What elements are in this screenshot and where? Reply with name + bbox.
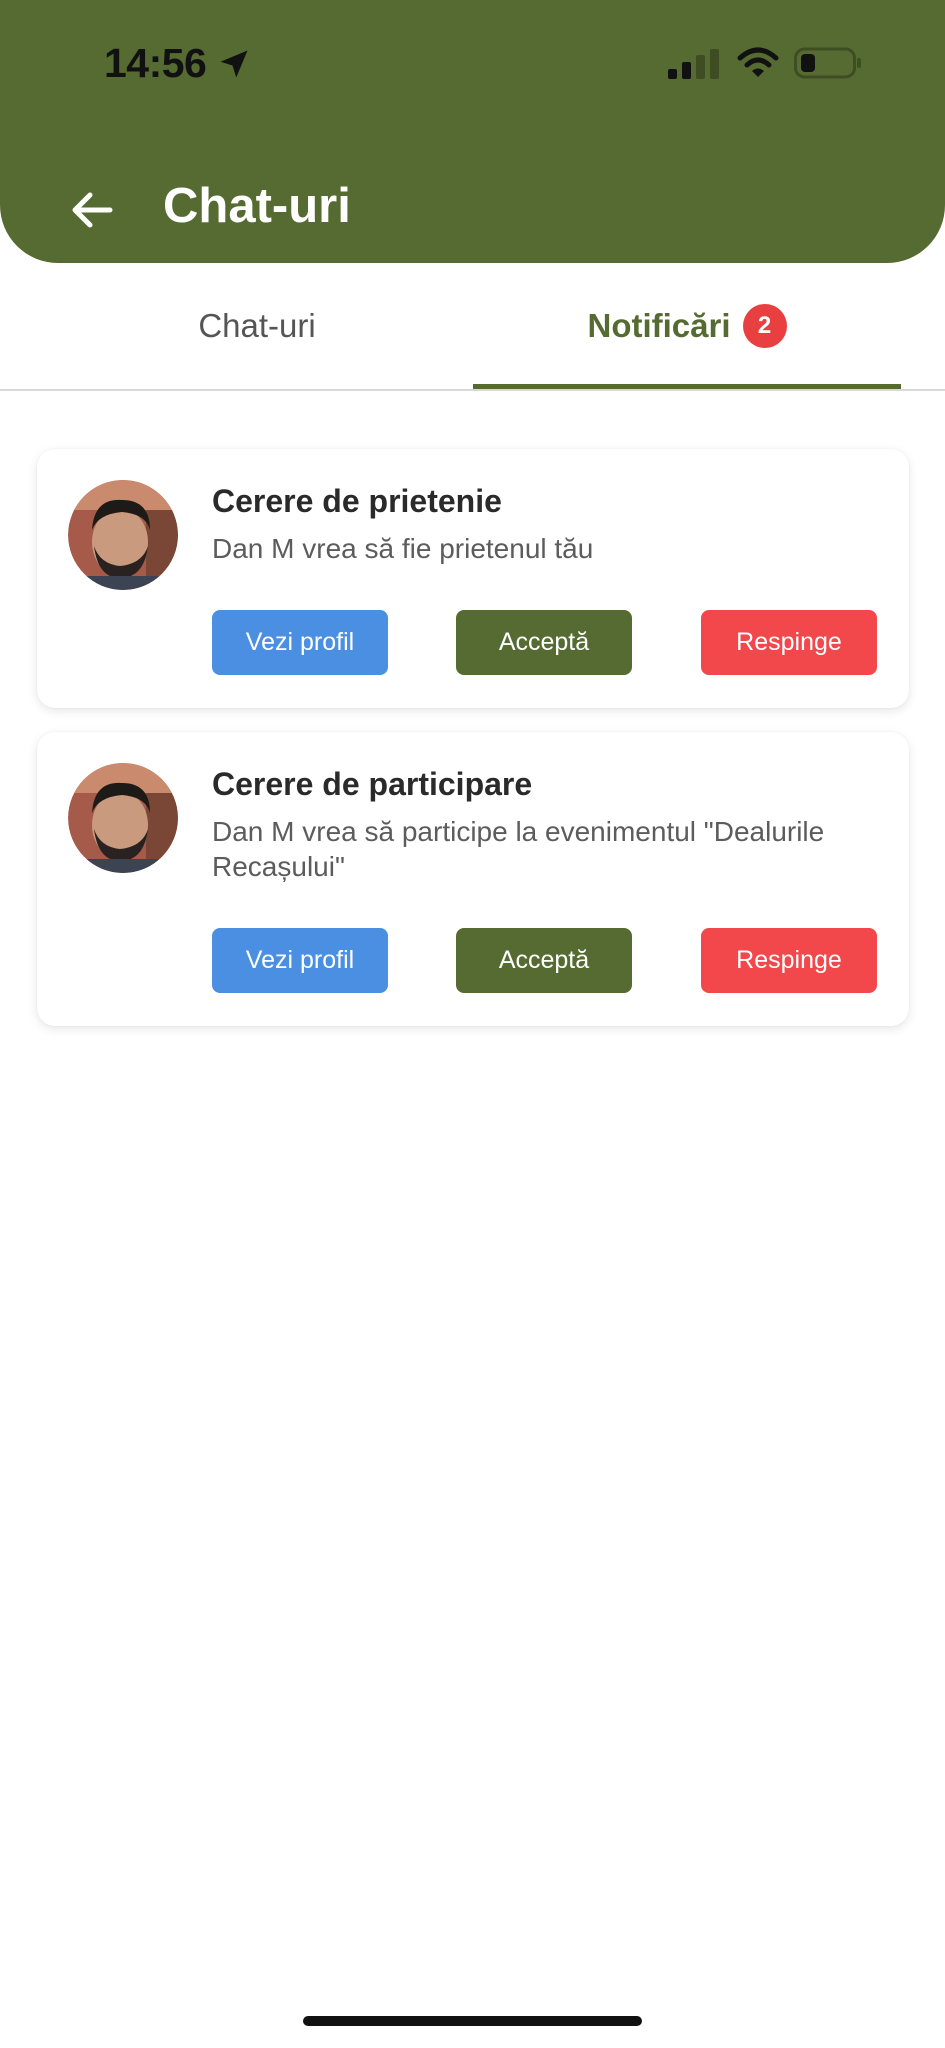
home-indicator xyxy=(303,2016,642,2026)
avatar xyxy=(68,763,178,873)
reject-button[interactable]: Respinge xyxy=(701,610,877,675)
location-arrow-icon xyxy=(220,50,248,78)
active-tab-indicator xyxy=(473,384,901,389)
wifi-icon xyxy=(737,47,779,77)
status-time: 14:56 xyxy=(104,40,207,86)
cellular-signal-icon xyxy=(668,49,719,79)
tab-chats-label: Chat-uri xyxy=(198,307,316,344)
accept-button[interactable]: Acceptă xyxy=(456,928,632,993)
notification-title: Cerere de prietenie xyxy=(212,483,502,519)
reject-button[interactable]: Respinge xyxy=(701,928,877,993)
tab-notifications[interactable]: Notificări 2 xyxy=(473,263,901,389)
notification-card-friend-request: Cerere de prietenie Dan M vrea să fie pr… xyxy=(37,449,909,708)
view-profile-button[interactable]: Vezi profil xyxy=(212,610,388,675)
tab-notifications-label: Notificări xyxy=(587,307,731,344)
header: 14:56 Chat-uri xyxy=(0,0,945,263)
view-profile-button[interactable]: Vezi profil xyxy=(212,928,388,993)
back-button[interactable] xyxy=(62,180,122,240)
tab-chats[interactable]: Chat-uri xyxy=(50,263,464,389)
page-title: Chat-uri xyxy=(163,179,351,233)
notification-card-participation-request: Cerere de participare Dan M vrea să part… xyxy=(37,732,909,1026)
notification-count-badge: 2 xyxy=(742,304,787,348)
avatar xyxy=(68,480,178,590)
notification-title: Cerere de participare xyxy=(212,766,533,802)
arrow-left-icon xyxy=(72,192,113,228)
tab-bar: Chat-uri Notificări 2 xyxy=(0,263,945,391)
app-screen: 14:56 Chat-uri Chat-uri Notificări 2 Cer… xyxy=(0,0,945,2048)
accept-button[interactable]: Acceptă xyxy=(456,610,632,675)
battery-icon xyxy=(794,47,861,79)
notification-text: Dan M vrea să fie prietenul tău xyxy=(212,533,594,564)
notification-text: Dan M vrea să participe la evenimentul "… xyxy=(212,816,825,882)
